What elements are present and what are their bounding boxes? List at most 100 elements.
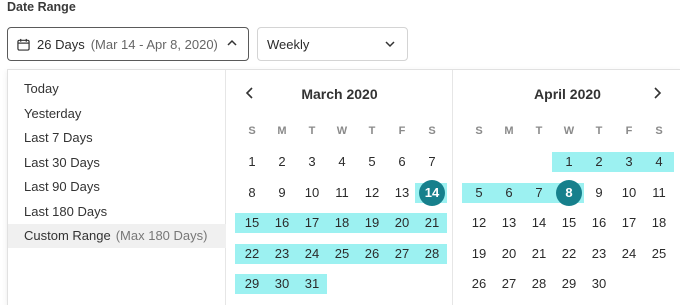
calendar-day[interactable]: 29 — [237, 272, 267, 296]
preset-list: Today Yesterday Last 7 Days Last 30 Days Las… — [8, 70, 226, 305]
calendar-day[interactable]: 8 — [237, 181, 267, 205]
calendar-day[interactable]: 16 — [584, 211, 614, 235]
calendar-icon — [17, 38, 30, 51]
selected-day-marker: 8 — [556, 179, 582, 206]
preset-item[interactable]: Last 90 Days — [8, 175, 226, 199]
calendar-day-selected[interactable]: 8 — [554, 179, 584, 206]
preset-item[interactable]: Yesterday — [8, 102, 226, 126]
calendar-day[interactable]: 25 — [327, 242, 357, 266]
calendar-day[interactable]: 16 — [267, 211, 297, 235]
preset-item[interactable]: Custom Range (Max 180 Days) — [8, 224, 226, 248]
weekday-label: T — [535, 125, 543, 137]
preset-item[interactable]: Last 180 Days — [8, 200, 226, 224]
calendar-day[interactable]: 15 — [554, 211, 584, 235]
calendar-day[interactable]: 2 — [584, 150, 614, 174]
calendar-day[interactable]: 17 — [614, 211, 644, 235]
calendar-day[interactable]: 22 — [554, 242, 584, 266]
calendar-day[interactable]: 5 — [357, 150, 387, 174]
preset-label: Today — [24, 81, 59, 96]
calendar-day[interactable]: 30 — [267, 272, 297, 296]
calendar-day[interactable]: 7 — [417, 150, 447, 174]
calendar-day[interactable]: 26 — [464, 272, 494, 296]
chevron-right-icon[interactable] — [650, 86, 664, 100]
range-dates-label: (Mar 14 - Apr 8, 2020) — [90, 36, 218, 52]
calendar-day[interactable]: 10 — [297, 181, 327, 205]
calendar-day[interactable]: 17 — [297, 211, 327, 235]
calendar-day[interactable]: 6 — [494, 181, 524, 205]
preset-item[interactable]: Last 30 Days — [8, 151, 226, 175]
calendar-day[interactable]: 13 — [387, 181, 417, 205]
calendar-day[interactable]: 30 — [584, 272, 614, 296]
chevron-up-icon — [227, 39, 237, 46]
weekday-label: S — [248, 125, 256, 137]
calendar-day[interactable]: 3 — [297, 150, 327, 174]
calendar-day[interactable]: 22 — [237, 242, 267, 266]
calendar-day[interactable]: 1 — [237, 150, 267, 174]
calendar-day[interactable]: 6 — [387, 150, 417, 174]
granularity-value: Weekly — [267, 36, 310, 52]
calendar-day[interactable]: 18 — [644, 211, 674, 235]
calendar-day-selected[interactable]: 14 — [417, 179, 447, 206]
calendar-day[interactable]: 26 — [357, 242, 387, 266]
calendar-day[interactable]: 11 — [644, 181, 674, 205]
calendar-day[interactable]: 23 — [267, 242, 297, 266]
date-range-title: Date Range — [7, 0, 76, 14]
calendar-day[interactable]: 9 — [584, 181, 614, 205]
calendar-day[interactable]: 19 — [464, 242, 494, 266]
month-title: March 2020 — [301, 86, 378, 102]
preset-item[interactable]: Today — [8, 77, 226, 101]
calendar-day[interactable]: 12 — [357, 181, 387, 205]
calendar-day[interactable]: 18 — [327, 211, 357, 235]
preset-item[interactable]: Last 7 Days — [8, 126, 226, 150]
preset-label: Last 7 Days — [24, 130, 93, 145]
weekday-label: T — [595, 125, 603, 137]
calendar-day[interactable]: 5 — [464, 181, 494, 205]
weekday-label: F — [398, 125, 406, 137]
calendar-day[interactable]: 21 — [524, 242, 554, 266]
calendar-day[interactable]: 28 — [524, 272, 554, 296]
calendar-day[interactable]: 24 — [614, 242, 644, 266]
preset-note: (Max 180 Days) — [115, 228, 208, 243]
calendar-day[interactable]: 9 — [267, 181, 297, 205]
weekday-label: M — [277, 125, 287, 137]
weekday-label: M — [504, 125, 514, 137]
calendar-day[interactable]: 1 — [554, 150, 584, 174]
preset-label: Last 30 Days — [24, 154, 100, 170]
granularity-select[interactable]: Weekly — [257, 27, 408, 61]
calendar-day[interactable]: 11 — [327, 181, 357, 205]
calendar-day[interactable]: 12 — [464, 211, 494, 235]
calendar-day[interactable]: 10 — [614, 181, 644, 205]
calendar-day[interactable]: 27 — [494, 272, 524, 296]
date-range-button[interactable]: 26 Days (Mar 14 - Apr 8, 2020) — [7, 27, 249, 61]
calendar-day[interactable]: 20 — [494, 242, 524, 266]
preset-label: Yesterday — [24, 105, 82, 121]
calendar-month-april: April 2020 S M T W T F S 1 2 3 4 5 6 7 8 9 10 11 12 13 14 15 1… — [454, 70, 680, 305]
calendar-day[interactable]: 23 — [584, 242, 614, 266]
calendar-day[interactable]: 15 — [237, 211, 267, 235]
calendar-day[interactable]: 4 — [327, 150, 357, 174]
calendar-day[interactable]: 14 — [524, 211, 554, 235]
calendar-day[interactable]: 19 — [357, 211, 387, 235]
calendar-day[interactable]: 27 — [387, 242, 417, 266]
calendar-day[interactable]: 31 — [297, 272, 327, 296]
weekday-label: S — [428, 125, 436, 137]
weekday-label: W — [336, 125, 348, 137]
calendar-day[interactable]: 20 — [387, 211, 417, 235]
calendar-day[interactable]: 29 — [554, 272, 584, 296]
calendar-day[interactable]: 28 — [417, 242, 447, 266]
calendar-day[interactable]: 4 — [644, 150, 674, 174]
weekday-label: W — [563, 125, 575, 137]
calendar-day[interactable]: 21 — [417, 211, 447, 235]
chevron-down-icon — [385, 41, 395, 48]
calendar-day[interactable]: 24 — [297, 242, 327, 266]
weekday-label: T — [368, 125, 376, 137]
calendar-day[interactable]: 2 — [267, 150, 297, 174]
weekday-label: S — [655, 125, 663, 137]
calendar-month-march: March 2020 S M T W T F S 1 2 3 4 5 6 7 8 9 10 11 12 13 14 15 1… — [227, 70, 453, 305]
calendar-day[interactable]: 3 — [614, 150, 644, 174]
calendar-day[interactable]: 13 — [494, 211, 524, 235]
calendar-day[interactable]: 7 — [524, 181, 554, 205]
calendar-day[interactable]: 25 — [644, 242, 674, 266]
weekday-label: T — [308, 125, 316, 137]
weekday-label: S — [475, 125, 483, 137]
